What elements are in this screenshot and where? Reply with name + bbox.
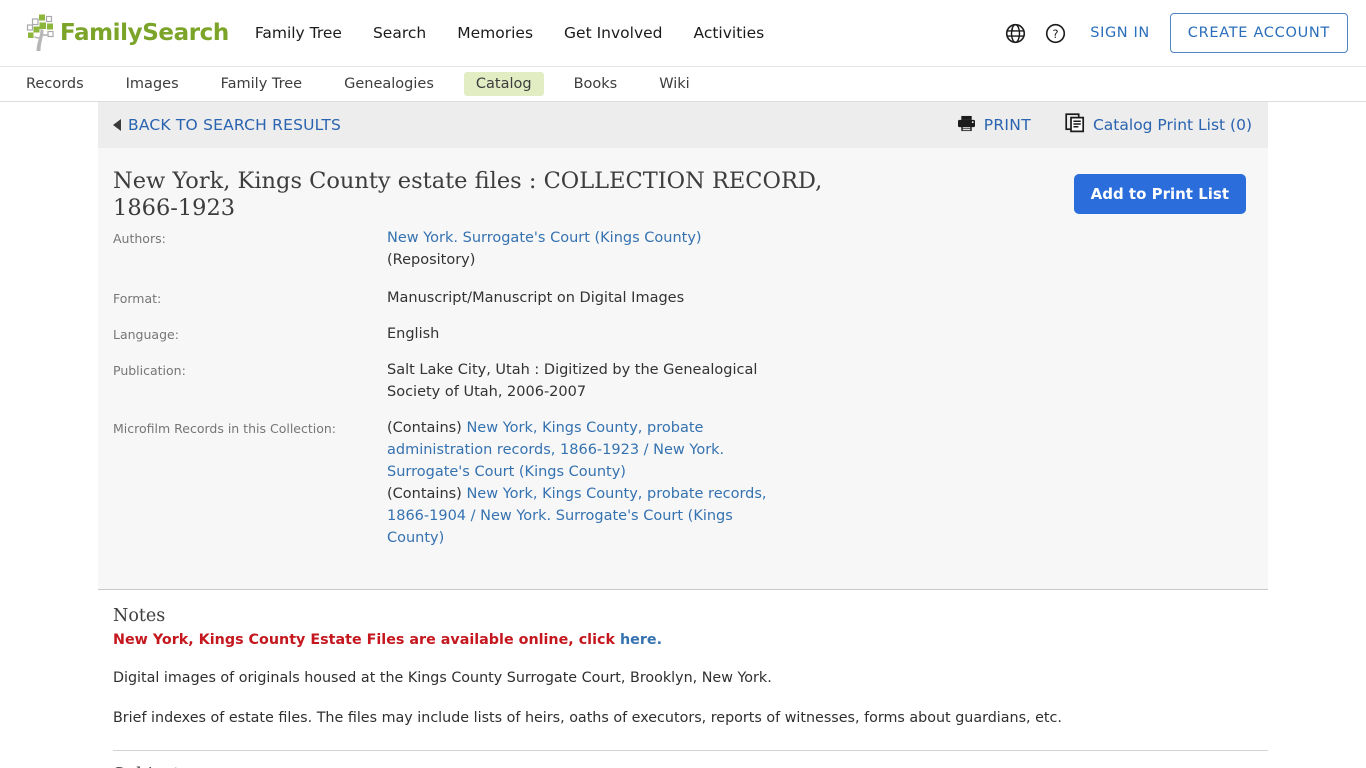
subnav-item-records[interactable]: Records: [14, 72, 96, 96]
catalog-print-list-link[interactable]: Catalog Print List (0): [1065, 113, 1252, 137]
metadata-row-format: Format: Manuscript/Manuscript on Digital…: [113, 287, 1246, 309]
notes-alert: New York, Kings County Estate Files are …: [113, 632, 1268, 648]
header-actions: ? SIGN IN CREATE ACCOUNT: [998, 13, 1348, 53]
help-circle-icon[interactable]: ?: [1038, 16, 1072, 50]
authors-label: Authors:: [113, 230, 166, 246]
site-header: FamilySearch Family Tree Search Memories…: [0, 0, 1366, 66]
microfilm-entry: (Contains) New York, Kings County, proba…: [387, 483, 777, 549]
record-detail-card: New York, Kings County estate files : CO…: [98, 148, 1268, 591]
record-toolbar: BACK TO SEARCH RESULTS PRINT Catalog Pri…: [98, 102, 1268, 148]
document-list-icon: [1065, 113, 1085, 137]
notes-paragraph: Digital images of originals housed at th…: [113, 670, 772, 687]
nav-item-search[interactable]: Search: [373, 24, 426, 42]
familysearch-logo[interactable]: FamilySearch: [24, 13, 229, 53]
add-to-print-list-button[interactable]: Add to Print List: [1073, 174, 1246, 214]
print-label: PRINT: [983, 116, 1031, 134]
author-link[interactable]: New York. Surrogate's Court (Kings Count…: [387, 230, 702, 246]
svg-text:?: ?: [1052, 26, 1058, 40]
printer-icon: [957, 115, 976, 136]
format-value: Manuscript/Manuscript on Digital Images: [387, 289, 685, 306]
sign-in-link[interactable]: SIGN IN: [1090, 25, 1150, 41]
metadata-row-microfilm: Microfilm Records in this Collection: (C…: [113, 417, 1246, 549]
publication-value: Salt Lake City, Utah : Digitized by the …: [387, 362, 758, 401]
microfilm-entry: (Contains) New York, Kings County, proba…: [387, 417, 777, 483]
microfilm-entry-prefix: (Contains): [387, 420, 467, 437]
nav-item-activities[interactable]: Activities: [694, 24, 765, 42]
globe-icon[interactable]: [998, 16, 1032, 50]
back-to-search-results-link[interactable]: BACK TO SEARCH RESULTS: [113, 116, 341, 134]
chevron-left-icon: [113, 119, 121, 131]
notes-paragraph: Brief indexes of estate files. The files…: [113, 710, 1062, 727]
publication-label: Publication:: [113, 363, 186, 378]
notes-section: Notes New York, Kings County Estate File…: [98, 590, 1268, 752]
subnav-item-family-tree[interactable]: Family Tree: [209, 72, 314, 96]
notes-alert-link[interactable]: here.: [620, 632, 662, 648]
language-label: Language:: [113, 326, 179, 342]
print-button[interactable]: PRINT: [957, 115, 1031, 136]
record-metadata: Authors: New York. Surrogate's Court (Ki…: [113, 227, 1246, 549]
author-repository-note: (Repository): [387, 251, 476, 268]
brand-name: FamilySearch: [60, 19, 229, 46]
metadata-row-publication: Publication: Salt Lake City, Utah : Digi…: [113, 359, 1246, 403]
microfilm-value: (Contains) New York, Kings County, proba…: [387, 417, 777, 549]
notes-heading: Notes: [113, 606, 166, 627]
subnav-item-genealogies[interactable]: Genealogies: [332, 72, 446, 96]
nav-item-memories[interactable]: Memories: [457, 24, 533, 42]
create-account-button[interactable]: CREATE ACCOUNT: [1169, 13, 1348, 53]
primary-nav: Family Tree Search Memories Get Involved…: [255, 24, 764, 42]
catalog-record-container: BACK TO SEARCH RESULTS PRINT Catalog Pri…: [98, 102, 1268, 768]
subjects-section: Subjects: [98, 751, 1268, 768]
nav-item-family-tree[interactable]: Family Tree: [255, 24, 342, 42]
catalog-print-list-label: Catalog Print List (0): [1092, 116, 1252, 134]
secondary-nav: Records Images Family Tree Genealogies C…: [0, 66, 1366, 102]
back-link-label: BACK TO SEARCH RESULTS: [128, 116, 342, 134]
metadata-row-authors: Authors: New York. Surrogate's Court (Ki…: [113, 227, 1246, 271]
page-body: BACK TO SEARCH RESULTS PRINT Catalog Pri…: [0, 102, 1366, 768]
subnav-item-images[interactable]: Images: [114, 72, 191, 96]
record-title-row: New York, Kings County estate files : CO…: [113, 168, 1246, 223]
nav-item-get-involved[interactable]: Get Involved: [564, 24, 662, 42]
format-label: Format:: [113, 290, 162, 306]
language-value: English: [387, 325, 440, 342]
subnav-item-catalog[interactable]: Catalog: [463, 72, 544, 96]
microfilm-label: Microfilm Records in this Collection:: [113, 421, 337, 437]
page-title: New York, Kings County estate files : CO…: [113, 168, 823, 222]
family-tree-logo-icon: [24, 13, 62, 53]
toolbar-actions: PRINT Catalog Print List (0): [957, 113, 1252, 137]
metadata-row-language: Language: English: [113, 323, 1246, 345]
notes-alert-text: New York, Kings County Estate Files are …: [113, 632, 620, 649]
authors-value: New York. Surrogate's Court (Kings Count…: [387, 227, 702, 271]
subnav-item-books[interactable]: Books: [562, 72, 630, 96]
microfilm-entry-prefix: (Contains): [387, 486, 467, 503]
subnav-item-wiki[interactable]: Wiki: [647, 72, 701, 96]
